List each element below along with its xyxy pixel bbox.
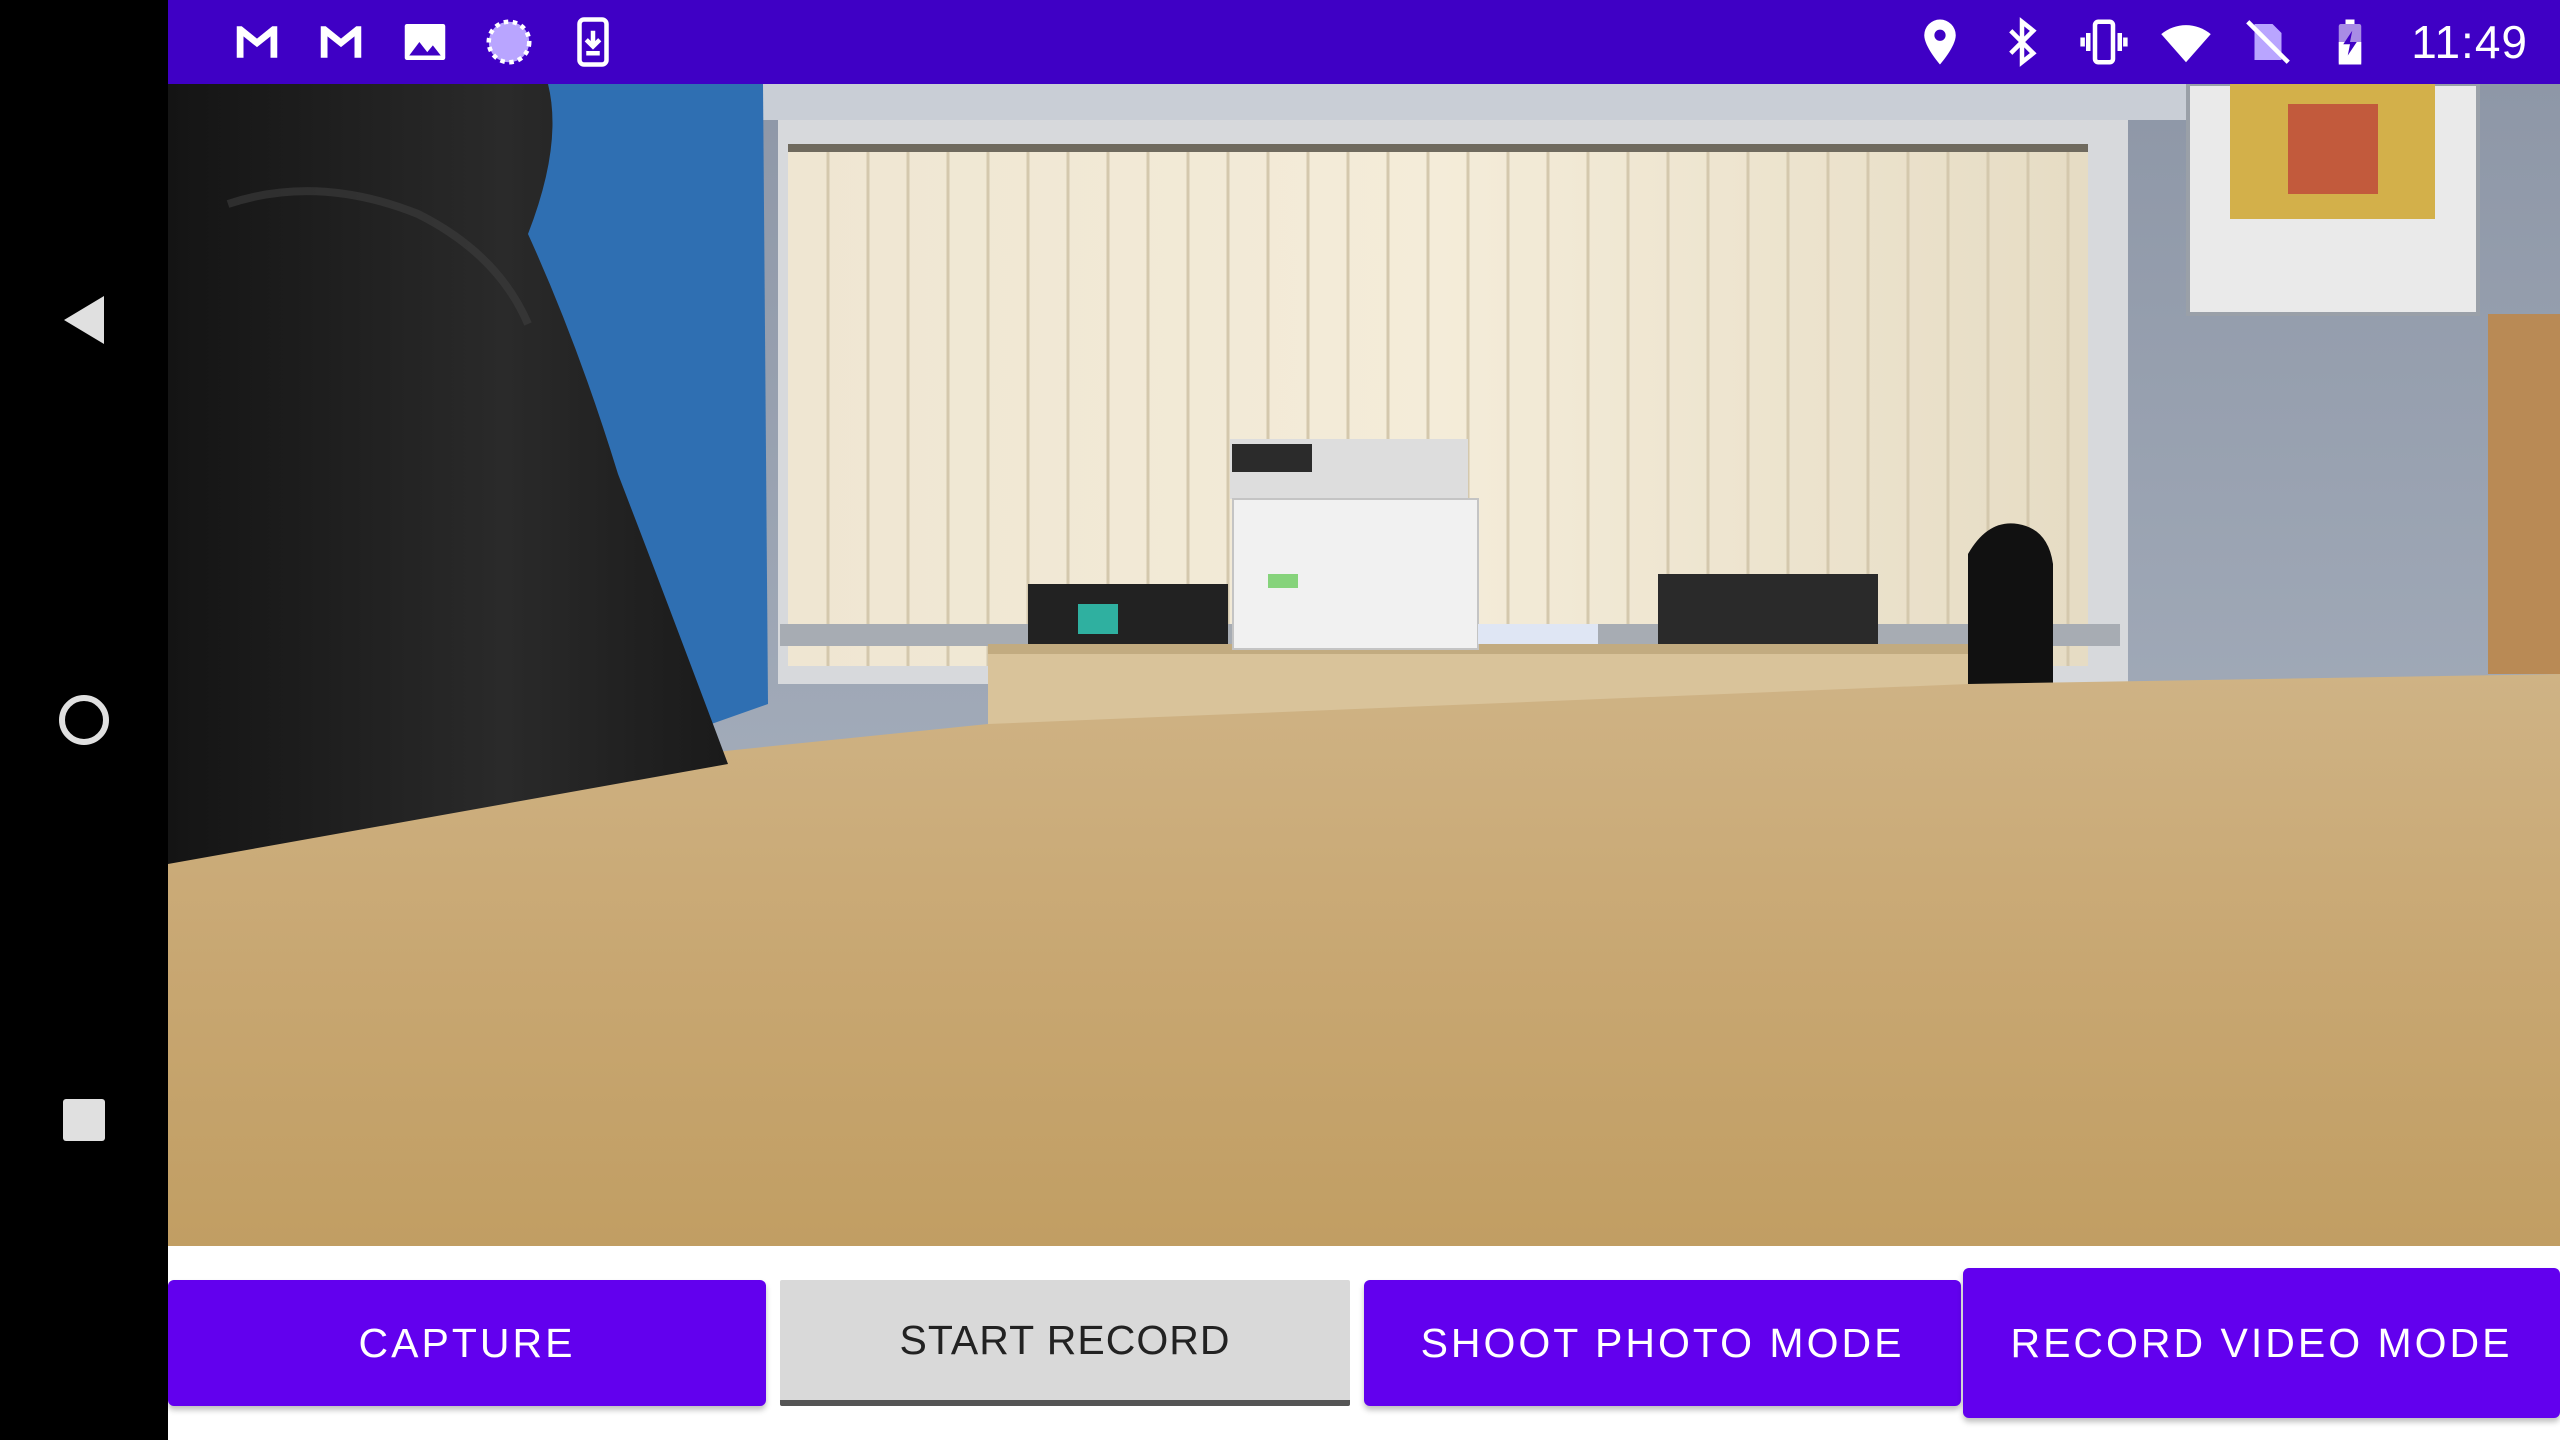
gmail-icon [314,15,368,69]
vibrate-icon [2077,15,2131,69]
capture-button[interactable]: CAPTURE [168,1280,766,1406]
back-button[interactable] [0,240,168,400]
camera-preview-image [168,84,2560,1246]
no-sim-icon [2241,15,2295,69]
start-record-button[interactable]: START RECORD [780,1280,1350,1406]
back-icon [64,296,104,344]
gmail-icon [230,15,284,69]
sync-icon [482,15,536,69]
shoot-photo-mode-button[interactable]: SHOOT PHOTO MODE [1364,1280,1961,1406]
home-icon [59,695,109,745]
recents-icon [63,1099,105,1141]
system-icons: 11:49 [1913,0,2528,84]
camera-preview[interactable] [168,84,2560,1246]
status-bar: 11:49 [168,0,2560,84]
shoot-photo-mode-button-label: SHOOT PHOTO MODE [1420,1319,1905,1366]
notification-icons [230,0,620,84]
capture-button-label: CAPTURE [358,1319,576,1366]
camera-controls: CAPTURE START RECORD SHOOT PHOTO MODE RE… [168,1246,2560,1440]
start-record-button-label: START RECORD [899,1316,1231,1363]
status-clock: 11:49 [2411,16,2528,68]
gallery-icon [398,15,452,69]
location-icon [1913,15,1967,69]
bluetooth-icon [1995,15,2049,69]
record-video-mode-button[interactable]: RECORD VIDEO MODE [1963,1268,2560,1418]
battery-charging-icon [2323,15,2377,69]
navigation-bar [0,0,168,1440]
home-button[interactable] [0,640,168,800]
wifi-icon [2159,15,2213,69]
recents-button[interactable] [0,1040,168,1200]
record-video-mode-button-label: RECORD VIDEO MODE [2010,1320,2513,1366]
download-icon [566,15,620,69]
